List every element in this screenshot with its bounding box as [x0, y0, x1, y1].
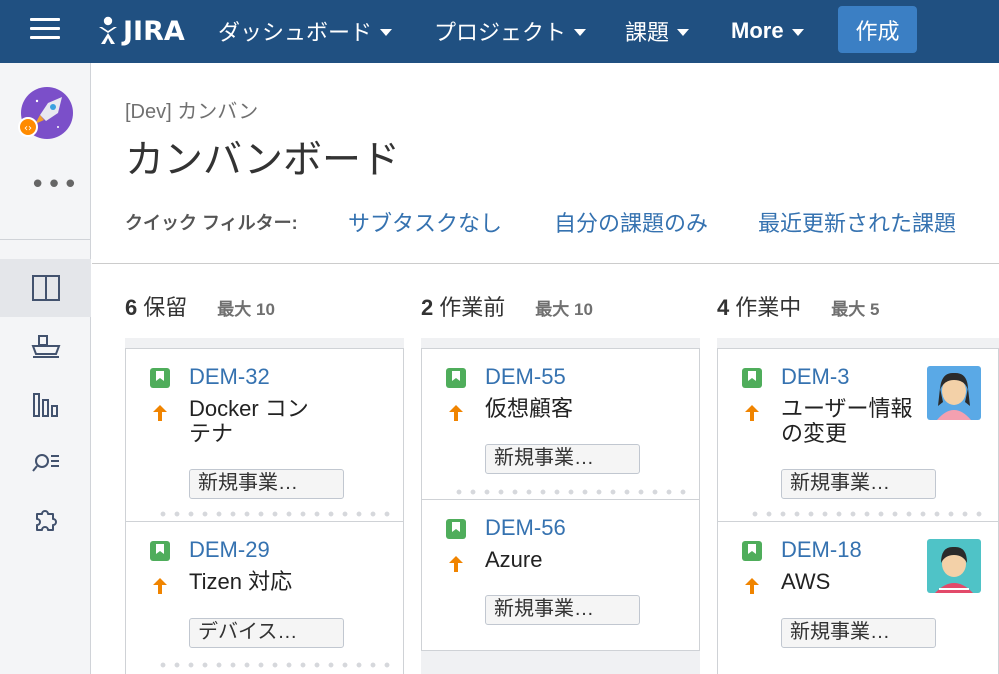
- issue-key[interactable]: DEM-55: [485, 364, 566, 390]
- column-issue-count: 6: [125, 295, 138, 320]
- issue-key[interactable]: DEM-56: [485, 515, 566, 541]
- epic-label[interactable]: 新規事業…: [781, 618, 936, 648]
- epic-label[interactable]: デバイス…: [189, 618, 344, 648]
- issue-card[interactable]: DEM-18 AWS 新規事業…: [717, 521, 999, 674]
- nav-more-label: More: [731, 18, 784, 43]
- sidebar-divider: [0, 239, 91, 240]
- issues-search-icon: [31, 454, 59, 472]
- nav-issues[interactable]: 課題: [625, 14, 690, 48]
- issue-summary: Tizen 対応: [189, 569, 293, 594]
- card-grabber: [156, 662, 395, 668]
- issue-key[interactable]: DEM-29: [189, 537, 270, 563]
- story-icon: [742, 368, 762, 388]
- jira-logo-icon: [99, 16, 117, 44]
- priority-high-arrow-icon: [153, 405, 167, 421]
- nav-issues-label: 課題: [625, 21, 670, 46]
- issue-card[interactable]: DEM-56 Azure 新規事業…: [421, 499, 700, 651]
- story-icon: [446, 368, 466, 388]
- sidebar-item-issues[interactable]: [0, 433, 91, 491]
- header-divider: [92, 263, 999, 264]
- story-icon: [446, 519, 466, 539]
- sidebar-item-releases[interactable]: [0, 317, 91, 375]
- column-wip-limit: 最大 10: [217, 300, 275, 319]
- breadcrumb[interactable]: [Dev] カンバン: [125, 95, 258, 124]
- jira-logo-text: JIRA: [123, 15, 185, 47]
- epic-label[interactable]: 新規事業…: [781, 469, 936, 499]
- nav-projects[interactable]: プロジェクト: [434, 14, 587, 48]
- top-navigation-bar: JIRA ダッシュボード プロジェクト 課題 More 作成: [0, 0, 999, 63]
- sidebar-item-board[interactable]: [0, 259, 91, 317]
- addon-puzzle-icon: [35, 510, 57, 531]
- column-wip-limit: 最大 5: [831, 300, 880, 319]
- card-grabber: [452, 489, 691, 495]
- page-title: カンバンボード: [125, 139, 400, 182]
- assignee-avatar[interactable]: [927, 539, 981, 593]
- jira-logo[interactable]: JIRA: [95, 12, 185, 50]
- sidebar-item-reports[interactable]: [0, 375, 91, 433]
- epic-label[interactable]: 新規事業…: [189, 469, 344, 499]
- priority-high-arrow-icon: [745, 405, 759, 421]
- column-name: 作業中: [735, 295, 802, 320]
- chevron-down-icon: [574, 29, 587, 36]
- issue-card[interactable]: DEM-3 ユーザー情報 の変更 新規事業…: [717, 348, 999, 522]
- story-icon: [150, 368, 170, 388]
- issue-summary: AWS: [781, 569, 831, 594]
- issue-summary: Docker コン テナ: [189, 396, 309, 446]
- reports-icon: [32, 393, 58, 417]
- issue-card[interactable]: DEM-55 仮想顧客 新規事業…: [421, 348, 700, 500]
- priority-high-arrow-icon: [153, 578, 167, 594]
- create-button[interactable]: 作成: [838, 6, 917, 53]
- quick-filter-my-issues[interactable]: 自分の課題のみ: [554, 206, 708, 238]
- epic-label[interactable]: 新規事業…: [485, 444, 640, 474]
- chevron-down-icon: [791, 29, 804, 36]
- chevron-down-icon: [677, 29, 690, 36]
- nav-dashboards-label: ダッシュボード: [218, 21, 373, 46]
- issue-summary: ユーザー情報 の変更: [781, 396, 913, 446]
- nav-more[interactable]: More: [731, 14, 804, 48]
- column-header-in-progress: 4 作業中 最大 5: [717, 290, 879, 320]
- issue-summary: Azure: [485, 547, 543, 572]
- column-name: 保留: [143, 295, 188, 320]
- board-icon: [31, 275, 60, 301]
- issue-key[interactable]: DEM-18: [781, 537, 862, 563]
- card-grabber: [156, 511, 395, 517]
- story-icon: [742, 541, 762, 561]
- project-avatar-rocket-icon[interactable]: ‹›: [18, 87, 73, 142]
- svg-text:‹›: ‹›: [24, 123, 32, 134]
- project-sidebar: ‹› •••: [0, 63, 91, 674]
- card-grabber: [748, 511, 990, 517]
- sidebar-more-button[interactable]: •••: [30, 172, 79, 198]
- column-header-selected: 2 作業前 最大 10: [421, 290, 593, 320]
- nav-dashboards[interactable]: ダッシュボード: [218, 14, 393, 48]
- assignee-avatar[interactable]: [927, 366, 981, 420]
- app-switcher-menu-icon[interactable]: [30, 18, 60, 44]
- sidebar-item-addons[interactable]: [0, 491, 91, 549]
- nav-projects-label: プロジェクト: [434, 21, 567, 46]
- issue-card[interactable]: DEM-29 Tizen 対応 デバイス…: [125, 521, 404, 674]
- chevron-down-icon: [380, 29, 393, 36]
- issue-card[interactable]: DEM-32 Docker コン テナ 新規事業…: [125, 348, 404, 522]
- priority-high-arrow-icon: [449, 405, 463, 421]
- story-icon: [150, 541, 170, 561]
- column-name: 作業前: [439, 295, 506, 320]
- column-issue-count: 2: [421, 295, 434, 320]
- column-wip-limit: 最大 10: [535, 300, 593, 319]
- quick-filter-recently-updated[interactable]: 最近更新された課題: [758, 206, 956, 238]
- quick-filter-label: クイック フィルター:: [125, 213, 298, 233]
- epic-label[interactable]: 新規事業…: [485, 595, 640, 625]
- priority-high-arrow-icon: [745, 578, 759, 594]
- issue-key[interactable]: DEM-32: [189, 364, 270, 390]
- column-header-backlog: 6 保留 最大 10: [125, 290, 275, 320]
- issue-summary: 仮想顧客: [485, 396, 574, 421]
- ship-icon: [31, 335, 60, 358]
- column-issue-count: 4: [717, 295, 730, 320]
- priority-high-arrow-icon: [449, 556, 463, 572]
- issue-key[interactable]: DEM-3: [781, 364, 849, 390]
- quick-filter-no-subtasks[interactable]: サブタスクなし: [348, 206, 502, 238]
